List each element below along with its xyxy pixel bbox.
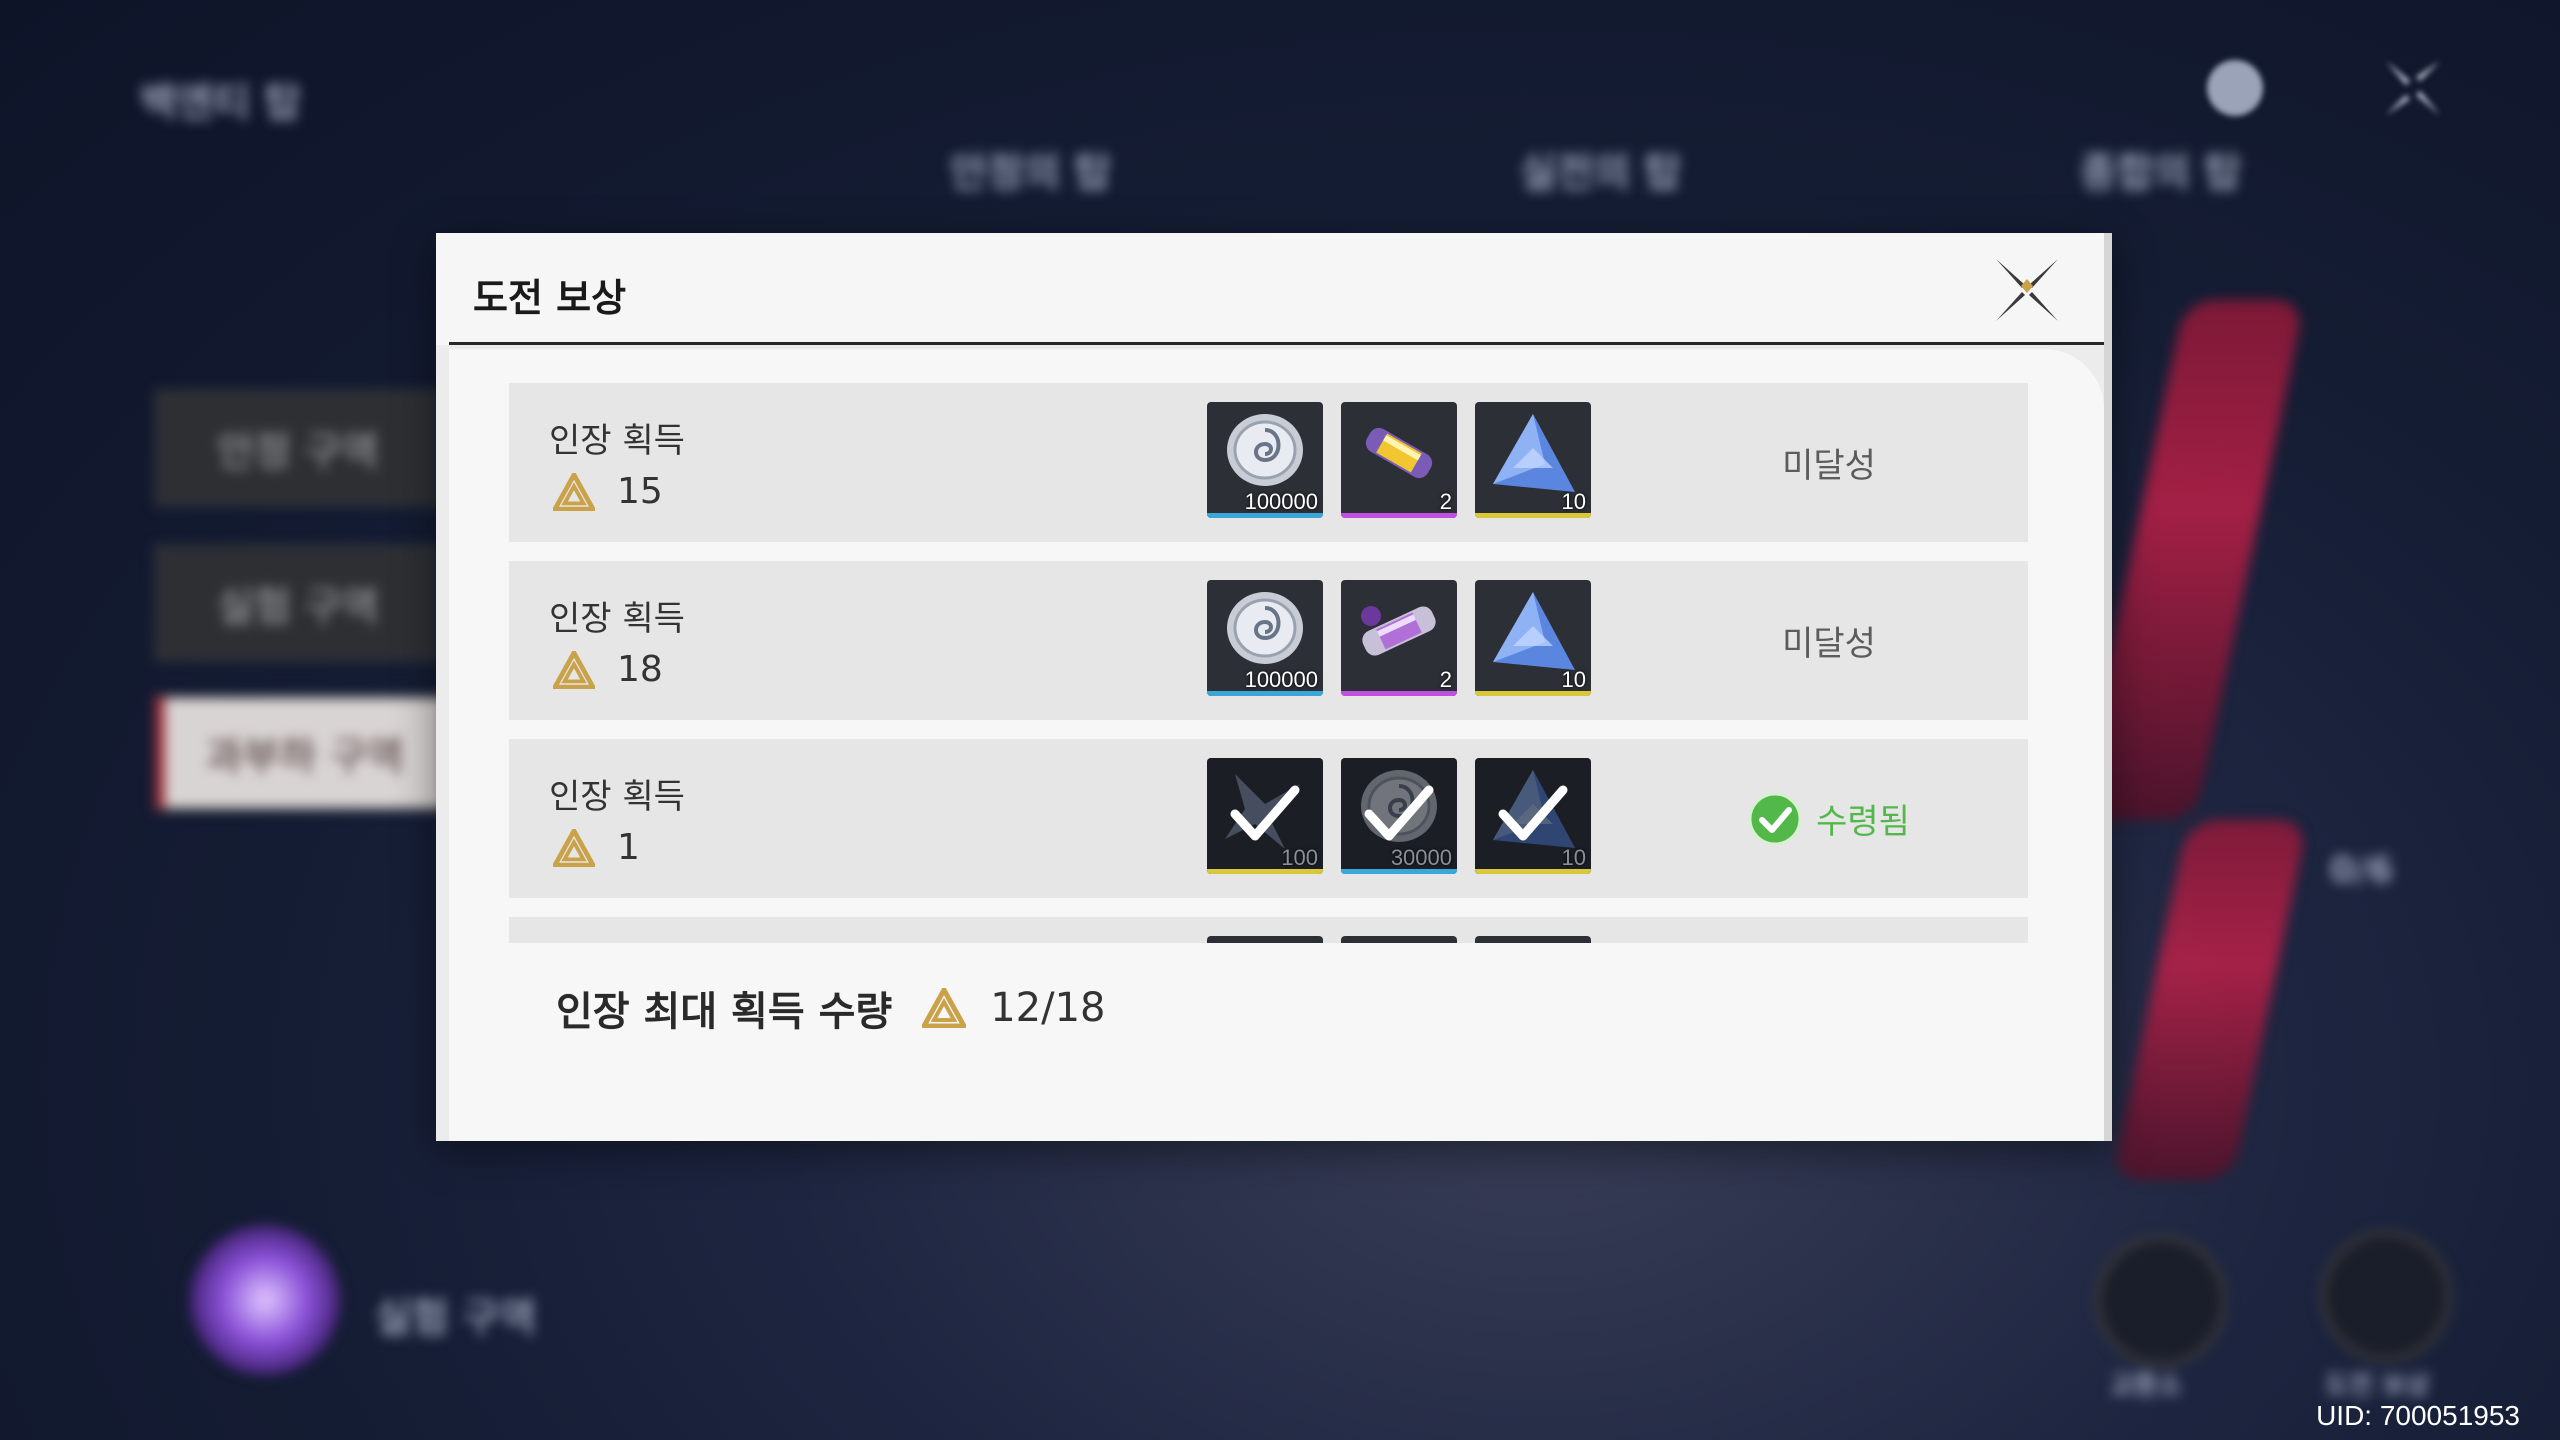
row-label: 인장 획득 [549, 777, 685, 817]
reward-row: 인장 획득 1 100 30000 10 수령됨 [509, 739, 2028, 898]
bg-top-tab-1: 안정의 탑 [950, 150, 1112, 196]
row-status[interactable]: 미달성 [1679, 383, 1979, 542]
close-icon[interactable] [2380, 55, 2446, 121]
bg-side-tab-1: 안정 구역 [155, 390, 441, 506]
item-quantity: 2 [1439, 667, 1452, 692]
dialog-close-button[interactable] [1992, 255, 2062, 325]
bg-top-tab-3: 종합의 탑 [2080, 150, 2242, 196]
item-quantity: 10 [1561, 489, 1586, 514]
checkmark-icon [1498, 785, 1568, 841]
reward-item [1475, 936, 1591, 943]
reward-row-partial [509, 917, 2028, 943]
seal-icon [550, 647, 598, 689]
reward-item[interactable]: 10 [1475, 402, 1591, 518]
reward-item[interactable]: 100000 [1207, 402, 1323, 518]
reward-item[interactable]: 100000 [1207, 580, 1323, 696]
reward-item[interactable]: 2 [1341, 402, 1457, 518]
row-cost-value: 15 [617, 471, 663, 512]
reward-list[interactable]: 인장 획득 15 100000 2 10 미달성 인장 획득 18 100000 2 1… [509, 383, 2028, 943]
reward-items: 100000 2 10 [1207, 402, 1591, 518]
bg-top-tab-2: 실전의 탑 [1520, 150, 1682, 196]
bg-crystal [2111, 820, 2309, 1180]
row-status[interactable]: 수령됨 [1679, 739, 1979, 898]
status-text: 수령됨 [1816, 802, 1910, 842]
footer-value: 12/18 [990, 985, 1106, 1031]
reward-row: 인장 획득 15 100000 2 10 미달성 [509, 383, 2028, 542]
bg-reward-button [2320, 1230, 2452, 1362]
reward-items: 100000 2 10 [1207, 580, 1591, 696]
row-label: 인장 획득 [549, 421, 685, 461]
item-quantity: 100 [1281, 845, 1318, 870]
bg-right-badge: 0/6 [2330, 850, 2394, 891]
checkmark-icon [1230, 785, 1300, 841]
row-cost: 18 [550, 647, 663, 690]
dialog-title: 도전 보상 [473, 276, 627, 320]
reward-items: 100 30000 10 [1207, 758, 1591, 874]
close-icon [1996, 259, 2058, 321]
row-cost-value: 1 [617, 827, 640, 868]
row-status[interactable]: 미달성 [1679, 561, 1979, 720]
bg-side-tab-3: 과부하 구역 [155, 695, 448, 811]
row-cost-value: 18 [617, 649, 663, 690]
checkmark-icon [1364, 785, 1434, 841]
uid-label: UID: 700051953 [2316, 1400, 2520, 1431]
reward-item[interactable]: 10 [1475, 758, 1591, 874]
item-quantity: 100000 [1244, 489, 1318, 514]
reward-item [1207, 936, 1323, 943]
row-cost: 1 [550, 825, 640, 868]
footer-label: 인장 최대 획득 수량 [556, 989, 893, 1035]
reward-row: 인장 획득 18 100000 2 10 미달성 [509, 561, 2028, 720]
reward-item [1341, 936, 1457, 943]
item-quantity: 30000 [1390, 845, 1452, 870]
item-quantity: 2 [1439, 489, 1452, 514]
reward-item[interactable]: 30000 [1341, 758, 1457, 874]
row-label: 인장 획득 [549, 599, 685, 639]
info-icon[interactable] [2207, 60, 2263, 116]
bg-reward-label: 도전 보상 [2325, 1371, 2430, 1401]
reward-item[interactable]: 2 [1341, 580, 1457, 696]
seal-icon [550, 825, 598, 867]
reward-items [1207, 936, 1591, 943]
seal-max-footer: 인장 최대 획득 수량 12/18 [556, 979, 1105, 1037]
reward-item[interactable]: 100 [1207, 758, 1323, 874]
bg-side-tab-2: 실험 구역 [155, 545, 441, 661]
seal-icon [550, 469, 598, 511]
bg-tower-label: 백엔티 탑 [140, 80, 302, 126]
dialog-header: 도전 보상 [436, 233, 2104, 345]
bg-exchange-button [2095, 1235, 2227, 1367]
item-quantity: 100000 [1244, 667, 1318, 692]
bg-exchange-label: 교환소 [2110, 1371, 2182, 1401]
bg-swirl-icon [190, 1225, 340, 1375]
bg-bottom-left-label: 실험 구역 [375, 1295, 537, 1341]
item-quantity: 10 [1561, 845, 1586, 870]
check-circle-icon [1748, 792, 1802, 845]
item-quantity: 10 [1561, 667, 1586, 692]
row-cost: 15 [550, 469, 663, 512]
challenge-reward-dialog: 도전 보상 인장 획득 15 100000 2 10 미달성 인장 획득 18 … [436, 233, 2112, 1141]
reward-item[interactable]: 10 [1475, 580, 1591, 696]
header-divider [449, 342, 2104, 345]
seal-icon [919, 984, 969, 1029]
